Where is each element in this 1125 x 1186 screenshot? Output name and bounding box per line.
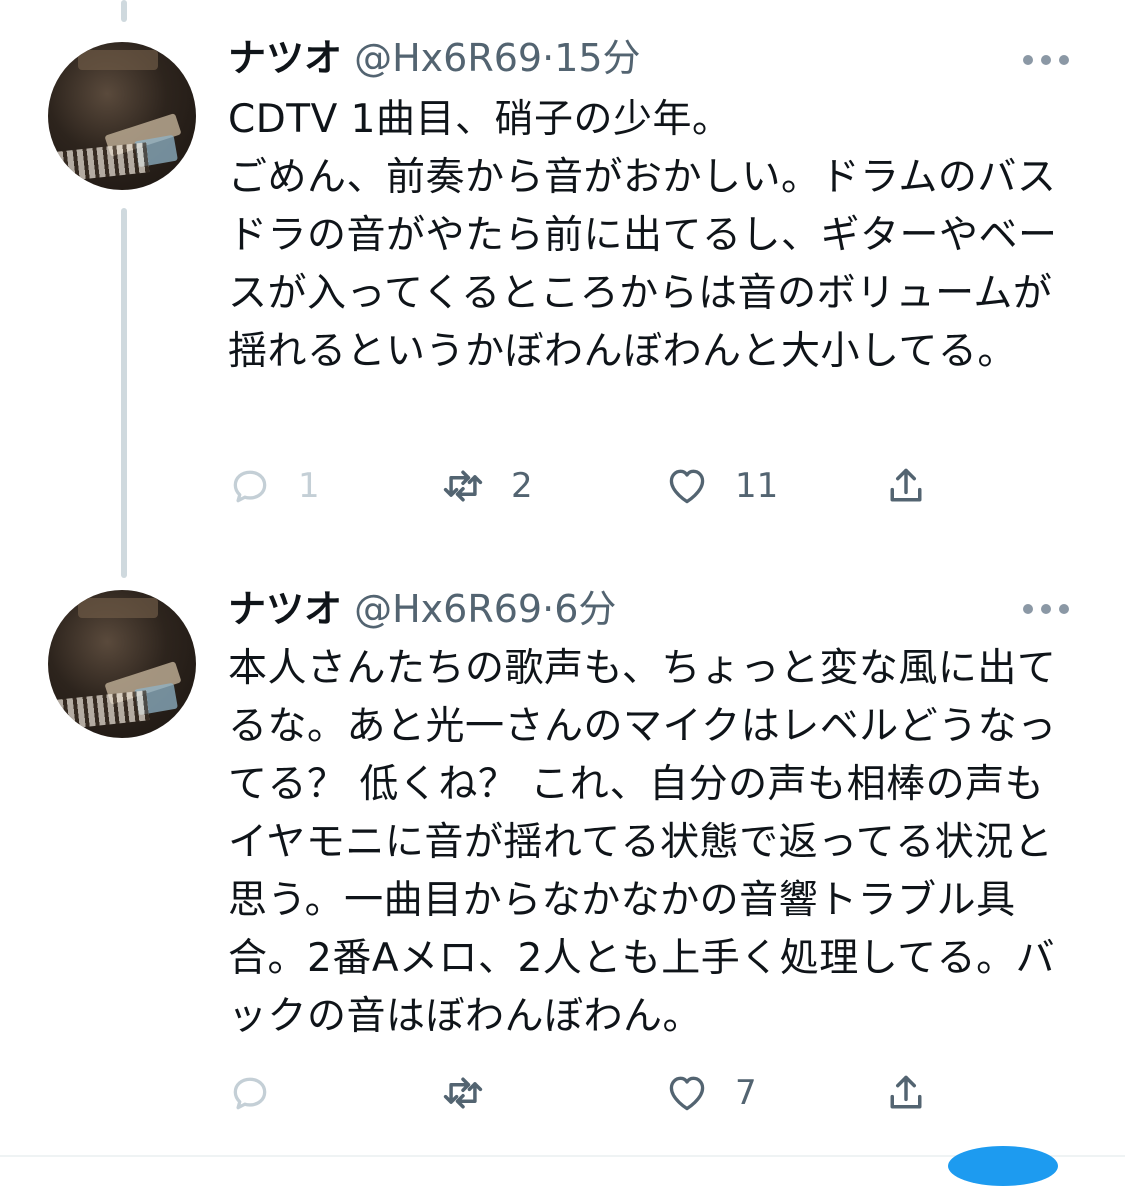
like-button[interactable]: 11	[665, 462, 778, 510]
avatar[interactable]	[48, 42, 196, 190]
retweet-icon	[443, 470, 483, 502]
display-name[interactable]: ナツオ	[228, 587, 342, 631]
user-handle[interactable]: @Hx6R69	[354, 36, 542, 80]
retweet-icon	[443, 1077, 483, 1109]
reply-count: 1	[298, 466, 320, 506]
heart-icon	[669, 469, 705, 504]
more-dots-icon[interactable]	[1023, 602, 1069, 616]
heart-icon	[669, 1076, 705, 1111]
tweet-header: ナツオ @Hx6R69·6分	[228, 584, 616, 634]
tweet-header: ナツオ @Hx6R69·15分	[228, 33, 641, 83]
tweet[interactable]: ナツオ @Hx6R69·15分 CDTV 1曲目、硝子の少年。 ごめん、前奏から…	[0, 0, 1125, 560]
retweet-count: 2	[511, 466, 533, 506]
separator-dot: ·	[542, 36, 555, 80]
share-icon	[890, 1075, 922, 1109]
share-button[interactable]	[884, 462, 928, 510]
compose-button[interactable]	[948, 1146, 1058, 1186]
share-icon	[890, 468, 922, 502]
retweet-button[interactable]	[441, 1069, 511, 1117]
retweet-button[interactable]: 2	[441, 462, 533, 510]
tweet-text: 本人さんたちの歌声も、ちょっと変な風に出てるな。あと光一さんのマイクはレベルどう…	[228, 646, 1057, 1039]
action-bar: 7	[228, 1069, 948, 1117]
speech-bubble-icon	[233, 1077, 267, 1110]
share-button[interactable]	[884, 1069, 928, 1117]
like-count: 11	[735, 466, 779, 506]
timestamp[interactable]: 15分	[554, 36, 640, 80]
tweet[interactable]: ナツオ @Hx6R69·6分 本人さんたちの歌声も、ちょっと変な風に出てるな。あ…	[0, 560, 1125, 1150]
action-bar: 1 2 11	[228, 462, 948, 510]
user-handle[interactable]: @Hx6R69	[354, 587, 542, 631]
avatar[interactable]	[48, 590, 196, 738]
like-button[interactable]: 7	[665, 1069, 757, 1117]
tweet-text: CDTV 1曲目、硝子の少年。 ごめん、前奏から音がおかしい。ドラムのバスドラの…	[228, 97, 1058, 374]
timestamp[interactable]: 6分	[554, 587, 616, 631]
reply-button[interactable]	[228, 1069, 298, 1117]
reply-button[interactable]: 1	[228, 462, 320, 510]
display-name[interactable]: ナツオ	[228, 36, 342, 80]
separator-dot: ·	[542, 587, 555, 631]
more-dots-icon[interactable]	[1023, 53, 1069, 67]
like-count: 7	[735, 1073, 757, 1113]
speech-bubble-icon	[233, 470, 267, 503]
